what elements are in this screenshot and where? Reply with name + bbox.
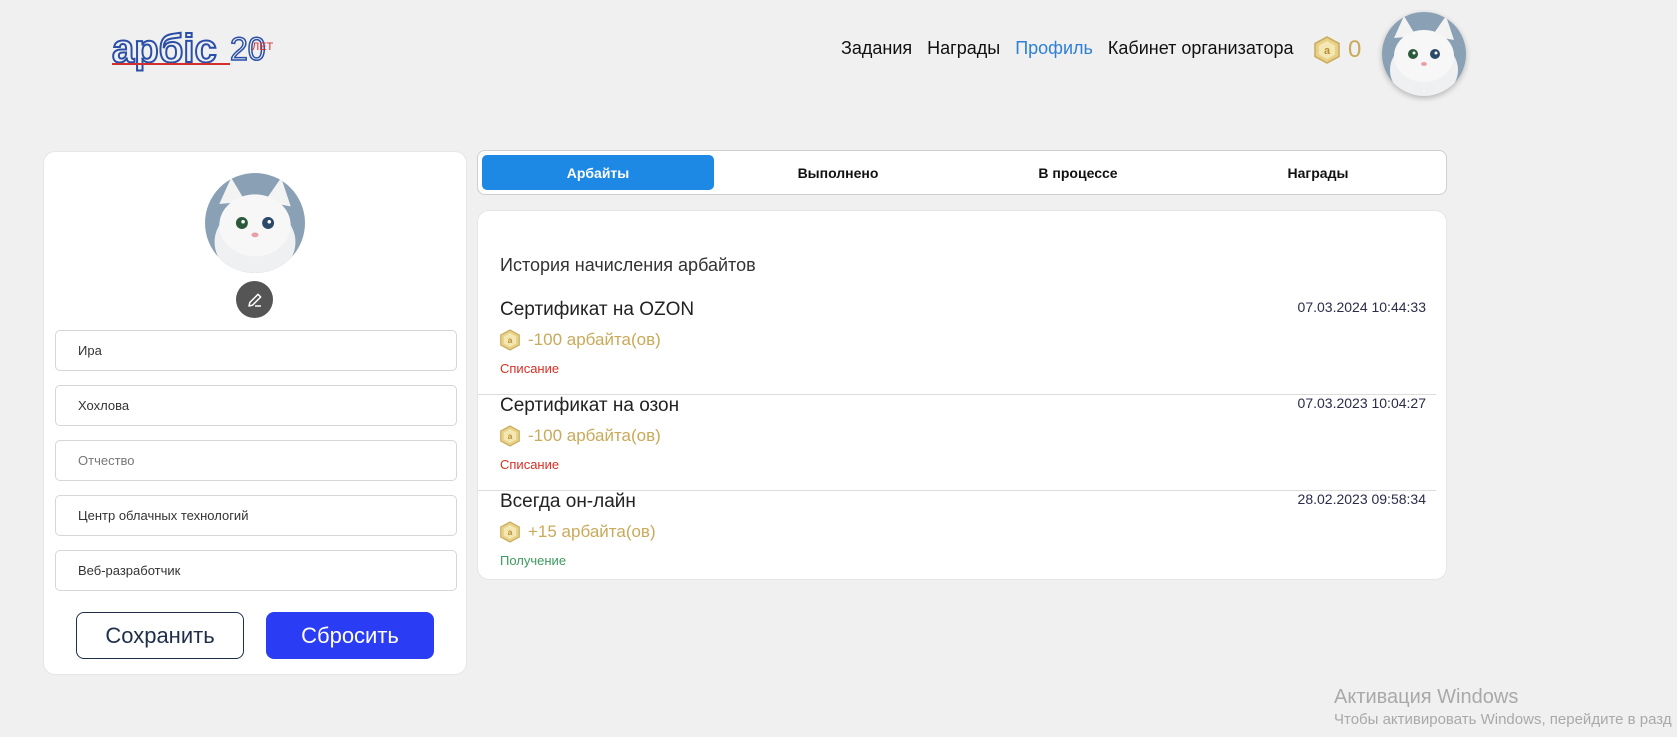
arbis-logo[interactable]: арбіс 20 ЛЕТ [111,24,277,74]
position-field[interactable] [55,550,457,591]
tab-rewards[interactable]: Награды [1202,155,1434,190]
svg-text:a: a [1324,45,1331,57]
tab-in-progress[interactable]: В процессе [962,155,1194,190]
windows-activation-title: Активация Windows [1334,686,1519,708]
svg-text:a: a [508,431,513,441]
tab-arbits[interactable]: Арбайты [482,155,714,190]
entry-title: Всегда он-лайн [500,491,636,512]
entry-title: Сертификат на озон [500,395,680,416]
entry-amount-row: a -100 арбайта(ов) [500,425,661,447]
nav-rewards[interactable]: Награды [927,38,1000,59]
history-title: История начисления арбайтов [500,255,756,275]
edit-avatar-button[interactable] [236,281,273,318]
entry-date: 28.02.2023 09:58:34 [1297,491,1426,507]
department-field[interactable] [55,495,457,536]
entry-title: Сертификат на OZON [500,299,695,320]
nav-tasks[interactable]: Задания [841,38,912,59]
history-entry: Сертификат на OZON 07.03.2024 10:44:33 a… [478,299,1436,395]
svg-text:a: a [508,527,513,537]
first-name-field[interactable] [55,330,457,371]
history-entry: Сертификат на озон 07.03.2023 10:04:27 a… [478,395,1436,491]
arbit-coin-icon: a [1314,36,1340,64]
nav-profile[interactable]: Профиль [1015,38,1093,59]
nav-organizer-cabinet[interactable]: Кабинет организатора [1108,38,1294,59]
balance-value: 0 [1348,36,1362,63]
balance-display: a 0 [1314,36,1361,64]
entry-date: 07.03.2023 10:04:27 [1297,395,1426,411]
entry-amount-row: a +15 арбайта(ов) [500,521,656,543]
header-avatar[interactable] [1382,12,1466,96]
tab-completed[interactable]: Выполнено [722,155,954,190]
arbits-history-panel: История начисления арбайтов Сертификат н… [477,210,1447,580]
entry-amount: -100 арбайта(ов) [528,330,661,349]
profile-avatar [205,173,305,273]
windows-activation-hint: Чтобы активировать Windows, перейдите в … [1334,711,1672,728]
history-entry: Всегда он-лайн 28.02.2023 09:58:34 a +15… [478,491,1436,579]
entry-type: Списание [500,361,560,376]
entry-type: Получение [500,553,567,568]
entry-type: Списание [500,457,560,472]
main-nav: Задания Награды Профиль Кабинет организа… [841,38,1294,59]
profile-tabs: Арбайты Выполнено В процессе Награды [477,150,1447,195]
svg-text:ЛЕТ: ЛЕТ [252,41,274,53]
patronymic-field[interactable] [55,440,457,481]
save-button[interactable]: Сохранить [76,612,244,659]
entry-amount: +15 арбайта(ов) [528,522,656,541]
last-name-field[interactable] [55,385,457,426]
entry-amount-row: a -100 арбайта(ов) [500,329,661,351]
entry-amount: -100 арбайта(ов) [528,426,661,445]
pencil-icon [247,293,261,307]
reset-button[interactable]: Сбросить [266,612,434,659]
entry-date: 07.03.2024 10:44:33 [1297,299,1426,315]
svg-text:a: a [508,335,513,345]
arbit-coin-icon: a [500,329,520,351]
profile-card: Сохранить Сбросить [43,151,467,675]
arbit-coin-icon: a [500,521,520,543]
arbit-coin-icon: a [500,425,520,447]
